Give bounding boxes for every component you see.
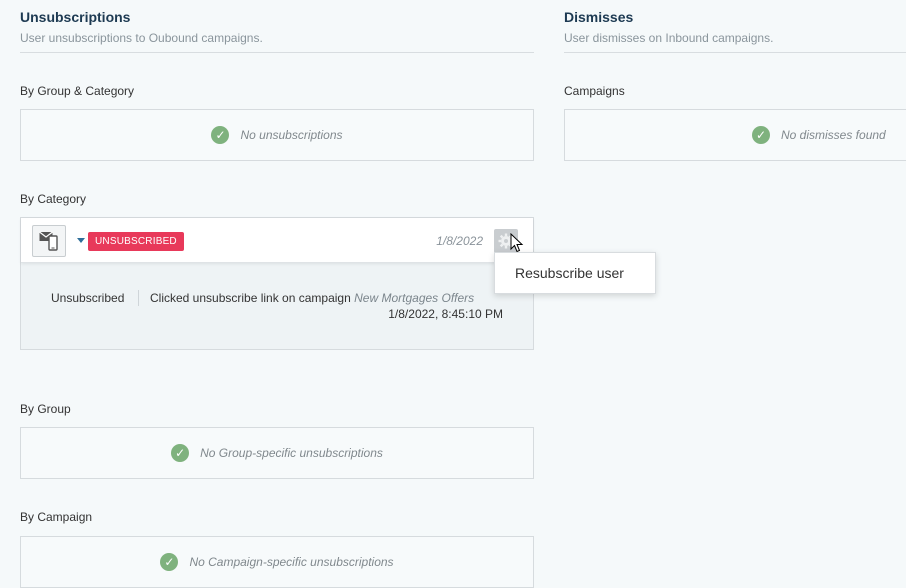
- divider: [564, 52, 906, 53]
- check-circle-icon: ✓: [171, 444, 190, 462]
- divider: [20, 52, 534, 53]
- dismisses-subtitle: User dismisses on Inbound campaigns.: [564, 31, 774, 45]
- check-circle-icon: ✓: [160, 553, 179, 571]
- unsubscriptions-title: Unsubscriptions: [20, 9, 131, 25]
- by-campaign-empty-box: ✓ No Campaign-specific unsubscriptions: [20, 536, 534, 588]
- by-group-label: By Group: [20, 402, 71, 416]
- detail-timestamp: 1/8/2022, 8:45:10 PM: [388, 307, 503, 321]
- status-badge: UNSUBSCRIBED: [88, 232, 184, 251]
- by-group-empty-box: ✓ No Group-specific unsubscriptions: [20, 427, 534, 479]
- check-circle-icon: ✓: [211, 126, 230, 144]
- resubscribe-user-menu-item[interactable]: Resubscribe user: [515, 265, 624, 281]
- caret-down-icon[interactable]: [77, 238, 85, 243]
- empty-message: No Campaign-specific unsubscriptions: [189, 555, 394, 569]
- campaigns-empty-box: ✓ No dismisses found: [564, 109, 906, 161]
- context-menu: Resubscribe user: [494, 252, 656, 294]
- by-category-label: By Category: [20, 192, 87, 206]
- category-unsubscription-card: UNSUBSCRIBED 1/8/2022 Unsubscribed Click…: [20, 217, 534, 350]
- email-mobile-icon: [39, 231, 58, 251]
- by-group-category-label: By Group & Category: [20, 84, 135, 98]
- channel-selector-button[interactable]: [32, 225, 66, 257]
- detail-description: Clicked unsubscribe link on campaign New…: [150, 291, 474, 305]
- campaigns-label: Campaigns: [564, 84, 625, 98]
- unsubscriptions-subtitle: User unsubscriptions to Oubound campaign…: [20, 31, 263, 45]
- unsubscription-date: 1/8/2022: [436, 234, 483, 248]
- by-group-category-empty-box: ✓ No unsubscriptions: [20, 109, 534, 161]
- detail-text: Clicked unsubscribe link on campaign: [150, 291, 351, 305]
- card-header: UNSUBSCRIBED 1/8/2022: [21, 218, 533, 263]
- detail-status: Unsubscribed: [51, 291, 125, 305]
- check-circle-icon: ✓: [752, 126, 770, 144]
- empty-message: No unsubscriptions: [240, 128, 343, 142]
- campaign-link[interactable]: New Mortgages Offers: [354, 291, 474, 305]
- empty-message: No dismisses found: [781, 128, 886, 142]
- by-campaign-label: By Campaign: [20, 510, 93, 524]
- empty-message: No Group-specific unsubscriptions: [200, 446, 383, 460]
- dismisses-title: Dismisses: [564, 9, 634, 25]
- mouse-cursor-icon: [510, 233, 524, 253]
- detail-separator: [138, 290, 139, 306]
